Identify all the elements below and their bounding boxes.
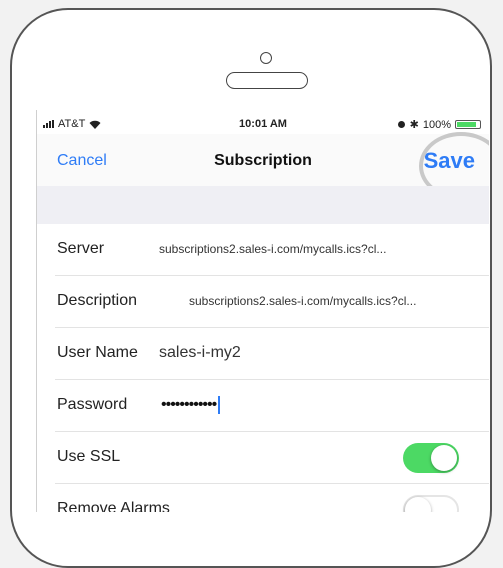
front-camera bbox=[260, 52, 272, 64]
toggle-knob bbox=[405, 497, 431, 512]
section-spacer bbox=[37, 186, 489, 224]
alarm-icon bbox=[397, 121, 405, 128]
description-field[interactable]: subscriptions2.sales-i.com/mycalls.ics?c… bbox=[189, 294, 416, 308]
server-row[interactable]: Server subscriptions2.sales-i.com/mycall… bbox=[55, 224, 489, 276]
remove-alarms-toggle[interactable] bbox=[403, 495, 459, 512]
server-field[interactable]: subscriptions2.sales-i.com/mycalls.ics?c… bbox=[159, 242, 386, 256]
battery-percent: 100% bbox=[422, 118, 451, 131]
user-name-field[interactable]: sales-i-my2 bbox=[159, 344, 241, 362]
server-label: Server bbox=[57, 240, 105, 257]
status-right: ✱ 100% bbox=[397, 118, 481, 131]
password-row[interactable]: Password •••••••••••• bbox=[55, 380, 489, 432]
bluetooth-icon: ✱ bbox=[409, 119, 419, 131]
description-row[interactable]: Description subscriptions2.sales-i.com/m… bbox=[55, 276, 489, 328]
battery-icon bbox=[455, 120, 481, 129]
password-label: Password bbox=[57, 396, 128, 413]
status-bar: AT&T 10:01 AM ✱ 100% bbox=[37, 110, 489, 134]
earpiece-speaker bbox=[226, 72, 308, 89]
use-ssl-label: Use SSL bbox=[57, 448, 121, 465]
use-ssl-row: Use SSL bbox=[55, 432, 489, 484]
toggle-knob bbox=[431, 445, 457, 471]
password-field[interactable]: •••••••••••• bbox=[161, 396, 221, 414]
user-name-label: User Name bbox=[57, 344, 138, 361]
use-ssl-toggle[interactable] bbox=[403, 443, 459, 473]
user-name-row[interactable]: User Name sales-i-my2 bbox=[55, 328, 489, 380]
phone-screen: AT&T 10:01 AM ✱ 100% Cancel Subscription… bbox=[36, 110, 489, 512]
remove-alarms-label: Remove Alarms bbox=[57, 500, 170, 512]
password-value: •••••••••••• bbox=[161, 396, 217, 414]
account-form: Server subscriptions2.sales-i.com/mycall… bbox=[37, 224, 489, 512]
description-label: Description bbox=[57, 292, 138, 309]
remove-alarms-row: Remove Alarms bbox=[55, 484, 489, 512]
navigation-bar: Cancel Subscription Save bbox=[37, 132, 489, 200]
text-cursor bbox=[218, 396, 221, 414]
